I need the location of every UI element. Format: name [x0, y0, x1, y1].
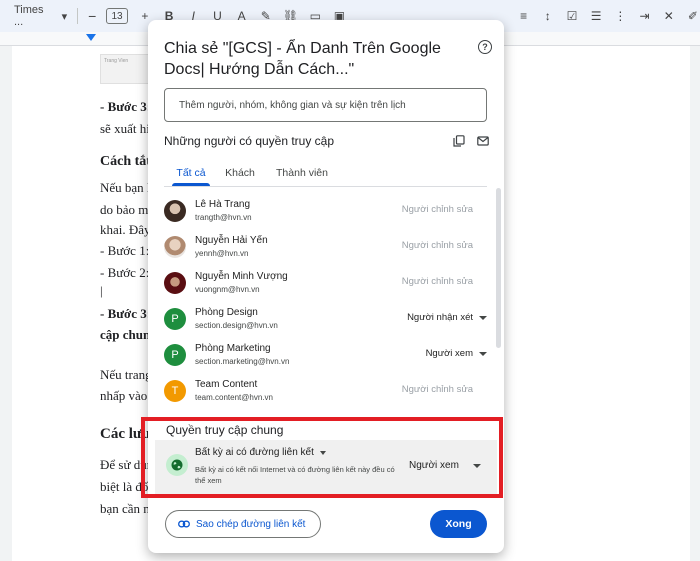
scrollbar[interactable]: [496, 188, 501, 348]
person-role: Người chỉnh sửa: [401, 240, 473, 251]
list-item: Lê Hà Trang trangth@hvn.vn Người chỉnh s…: [164, 194, 487, 230]
list-item: T Team Content team.content@hvn.vn Người…: [164, 374, 487, 410]
avatar: [164, 236, 186, 258]
person-name: Nguyễn Hải Yến: [195, 235, 268, 246]
copy-link-button[interactable]: Sao chép đường liên kết: [165, 510, 321, 538]
person-email: trangth@hvn.vn: [195, 213, 252, 222]
copy-emails-icon[interactable]: [453, 135, 465, 147]
person-role: Người chỉnh sửa: [401, 204, 473, 215]
person-name: Lê Hà Trang: [195, 199, 251, 210]
plus-icon[interactable]: +: [138, 9, 152, 23]
person-role: Người chỉnh sửa: [401, 384, 473, 395]
people-list: Lê Hà Trang trangth@hvn.vn Người chỉnh s…: [164, 194, 487, 412]
active-tab-indicator: [172, 183, 210, 186]
list-item: Nguyễn Minh Vượng vuongnm@hvn.vn Người c…: [164, 266, 487, 302]
link-icon: [178, 520, 190, 528]
editing-mode-icon[interactable]: ✐: [686, 9, 700, 23]
person-name: Phòng Marketing: [195, 343, 271, 354]
copy-link-label: Sao chép đường liên kết: [196, 518, 306, 530]
tab-members[interactable]: Thành viên: [272, 158, 332, 187]
text-cursor: |: [100, 283, 103, 298]
avatar: P: [164, 344, 186, 366]
person-name: Phòng Design: [195, 307, 258, 318]
highlight-box: [141, 417, 503, 498]
add-people-placeholder: Thêm người, nhóm, không gian và sự kiện …: [179, 99, 406, 111]
person-email: vuongnm@hvn.vn: [195, 285, 260, 294]
help-icon[interactable]: ?: [478, 40, 492, 54]
font-family-dropdown[interactable]: Times ... ▾: [14, 4, 67, 28]
dialog-title: Chia sẻ "[GCS] - Ẩn Danh Trên Google Doc…: [164, 40, 441, 78]
toolbar-divider: [77, 8, 79, 24]
role-dropdown[interactable]: Người xem: [426, 348, 473, 359]
avatar: [164, 200, 186, 222]
person-role: Người chỉnh sửa: [401, 276, 473, 287]
list-item: Nguyễn Hải Yến yennh@hvn.vn Người chỉnh …: [164, 230, 487, 266]
person-email: section.marketing@hvn.vn: [195, 357, 290, 366]
bullet-list-icon[interactable]: ☰: [589, 9, 603, 23]
done-button[interactable]: Xong: [430, 510, 487, 538]
decrease-font-button[interactable]: −: [88, 8, 96, 24]
person-name: Nguyễn Minh Vượng: [195, 271, 288, 282]
indent-icon[interactable]: ⇥: [637, 9, 651, 23]
person-email: section.design@hvn.vn: [195, 321, 278, 330]
checklist-icon[interactable]: ☑: [565, 9, 579, 23]
font-family-label: Times ...: [14, 4, 44, 28]
add-people-input[interactable]: Thêm người, nhóm, không gian và sự kiện …: [164, 88, 487, 122]
chevron-down-icon[interactable]: [479, 316, 487, 320]
align-icon[interactable]: ≡: [517, 9, 531, 23]
person-email: team.content@hvn.vn: [195, 393, 273, 402]
clear-format-icon[interactable]: ✕: [662, 9, 676, 23]
chevron-down-icon: ▾: [61, 10, 68, 23]
line-spacing-icon[interactable]: ↕: [541, 9, 555, 23]
indent-marker[interactable]: [86, 34, 96, 41]
role-dropdown[interactable]: Người nhận xét: [407, 312, 473, 323]
email-icon[interactable]: [477, 135, 489, 147]
avatar: T: [164, 380, 186, 402]
access-heading: Những người có quyền truy cập: [164, 134, 335, 148]
access-tabs: Tất cả Khách Thành viên: [164, 158, 487, 187]
list-item: P Phòng Design section.design@hvn.vn Ngư…: [164, 302, 487, 338]
avatar: P: [164, 308, 186, 330]
tab-guests[interactable]: Khách: [222, 158, 258, 187]
font-size-input[interactable]: 13: [106, 8, 128, 24]
numbered-list-icon[interactable]: ⋮: [613, 9, 627, 23]
chevron-down-icon[interactable]: [479, 352, 487, 356]
list-item: P Phòng Marketing section.marketing@hvn.…: [164, 338, 487, 374]
avatar: [164, 272, 186, 294]
person-name: Team Content: [195, 379, 258, 390]
person-email: yennh@hvn.vn: [195, 249, 249, 258]
